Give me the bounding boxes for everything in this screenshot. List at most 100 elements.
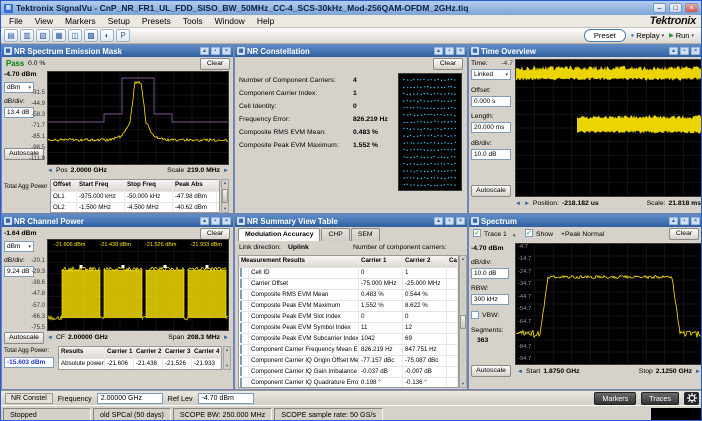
row-info-icon[interactable] (240, 378, 242, 387)
panel-undock-icon[interactable]: ▴ (669, 47, 678, 55)
panel-time-overview-titlebar[interactable]: ▦ Time Overview ▴ ▪ × (469, 45, 702, 57)
clear-button[interactable]: Clear (200, 58, 230, 70)
column-header[interactable]: Carrier 4 (192, 347, 221, 358)
panel-summary-titlebar[interactable]: ▦ NR Summary View Table ▴ ▪ × (235, 215, 467, 227)
panel-spectrum-titlebar[interactable]: ▦ Spectrum ▴ ▪ × (469, 215, 702, 227)
autoscale-button[interactable]: Autoscale (471, 185, 511, 197)
summary-tab[interactable]: CHP (321, 228, 349, 241)
scroll-left-icon[interactable]: ◄ (517, 369, 523, 375)
scroll-up-icon[interactable]: ▴ (224, 180, 226, 186)
table-row[interactable]: Component Carrier Frequency Mean Error 8… (239, 345, 458, 356)
column-header[interactable]: Stop Freq (125, 180, 173, 191)
scroll-left-icon[interactable]: ◄ (47, 335, 53, 341)
row-info-icon[interactable] (240, 290, 242, 299)
scroll-right-icon[interactable]: ► (695, 369, 701, 375)
column-header[interactable]: Carrier 1 (105, 347, 134, 358)
markers-button[interactable]: Markers (594, 392, 636, 405)
menu-item[interactable]: Markers (59, 16, 102, 26)
table-row[interactable]: Absolute power -21.606 -21.438 -21.526 -… (59, 359, 221, 370)
table-row[interactable]: Composite RMS EVM Mean 0.483 % 0.544 % (239, 290, 458, 301)
units-dropdown[interactable]: dBm ▾ (4, 241, 34, 252)
column-header[interactable]: Carrier 3 (163, 347, 192, 358)
column-header[interactable]: Carrier 2 (403, 256, 447, 267)
panel-pin-icon[interactable]: ▪ (680, 217, 689, 225)
selected-display-name[interactable]: NR Constel (5, 393, 53, 404)
scroll-thumb[interactable] (222, 189, 228, 203)
scroll-thumb[interactable] (460, 315, 466, 329)
length-field[interactable]: 20.000 ms (471, 122, 511, 133)
scrollbar[interactable]: ▴ ▾ (459, 255, 467, 388)
panel-sem-titlebar[interactable]: ▦ NR Spectrum Emission Mask ▴ ▪ × (2, 45, 233, 57)
row-info-icon[interactable] (240, 323, 242, 332)
scrollbar[interactable]: ▴ ▾ (221, 179, 229, 213)
panel-undock-icon[interactable]: ▴ (200, 217, 209, 225)
panel-undock-icon[interactable]: ▴ (200, 47, 209, 55)
frequency-field[interactable]: 2.00000 GHz (97, 393, 163, 404)
table-row[interactable]: OL2 -1.500 MHz -4.500 MHz -40.62 dBm (51, 203, 219, 213)
chevron-down-icon[interactable]: ▾ (691, 33, 694, 39)
summary-tab[interactable]: Modulation Accuracy (238, 228, 320, 241)
channel-power-plot[interactable] (47, 239, 229, 331)
scroll-down-icon[interactable]: ▾ (462, 381, 464, 387)
row-info-icon[interactable] (240, 268, 242, 277)
panel-close-icon[interactable]: × (456, 47, 465, 55)
panel-pin-icon[interactable]: ▪ (445, 47, 454, 55)
traces-button[interactable]: Traces (641, 392, 679, 405)
dbdiv-field[interactable]: 10.0 dB (471, 268, 509, 279)
table-row[interactable]: Component Carrier IQ Quadrature Error Me… (239, 378, 458, 388)
panel-undock-icon[interactable]: ▴ (669, 217, 678, 225)
scroll-right-icon[interactable]: ► (223, 335, 229, 341)
table-row[interactable]: Cell ID 0 1 (239, 268, 458, 279)
panel-pin-icon[interactable]: ▪ (211, 217, 220, 225)
trace-checkbox[interactable]: ✓ (473, 229, 481, 237)
replay-button[interactable]: ● Replay ▾ (631, 31, 665, 40)
table-row[interactable]: OL1 -975.000 kHz -50.000 kHz -47.98 dBm (51, 192, 219, 203)
scroll-right-icon[interactable]: ► (223, 168, 229, 174)
save-icon[interactable]: ▥ (20, 29, 34, 42)
panel-close-icon[interactable]: × (456, 217, 465, 225)
open-file-icon[interactable]: ▤ (4, 29, 18, 42)
rbw-field[interactable]: 300 kHz (471, 294, 509, 305)
table-row[interactable]: Composite Peak EVM Maximum 1.552 % 8.622… (239, 301, 458, 312)
table-row[interactable]: Component Carrier IQ Gain Imbalance Mean… (239, 367, 458, 378)
column-header[interactable]: Start Freq (77, 180, 125, 191)
row-info-icon[interactable] (240, 367, 242, 376)
menu-item[interactable]: Tools (177, 16, 209, 26)
row-info-icon[interactable] (240, 334, 242, 343)
trigger-icon[interactable]: ▩ (84, 29, 98, 42)
run-button[interactable]: ▶ Run ▾ (669, 31, 694, 40)
displays-icon[interactable]: ▦ (52, 29, 66, 42)
menu-item[interactable]: Window (209, 16, 251, 26)
panel-pin-icon[interactable]: ▪ (211, 47, 220, 55)
maximize-button[interactable]: □ (669, 3, 682, 13)
offset-field[interactable]: 0.000 s (471, 96, 511, 107)
panel-close-icon[interactable]: × (691, 217, 700, 225)
row-info-icon[interactable] (240, 345, 242, 354)
row-info-icon[interactable] (240, 312, 242, 321)
row-info-icon[interactable] (240, 301, 242, 310)
panel-constellation-titlebar[interactable]: ▦ NR Constellation ▴ ▪ × (235, 45, 467, 57)
row-info-icon[interactable] (240, 356, 242, 365)
time-overview-plot[interactable] (515, 59, 702, 197)
print-icon[interactable]: ▧ (36, 29, 50, 42)
preset-p-icon[interactable]: P (116, 29, 130, 42)
scroll-right-icon[interactable]: ► (524, 201, 530, 207)
table-row[interactable]: Composite Peak EVM Subcarrier Index 1042… (239, 334, 458, 345)
autoscale-button[interactable]: Autoscale (471, 365, 511, 377)
column-header[interactable]: Peak Abs (173, 180, 217, 191)
column-header[interactable]: Carrier 1 (359, 256, 403, 267)
scroll-up-icon[interactable]: ▴ (226, 347, 228, 353)
menu-item[interactable]: View (29, 16, 59, 26)
column-header[interactable]: Results (59, 347, 105, 358)
vbw-checkbox[interactable] (471, 311, 479, 319)
markers-toolbar-icon[interactable]: ◫ (68, 29, 82, 42)
panel-close-icon[interactable]: × (222, 217, 231, 225)
scrollbar[interactable]: ▴ ▾ (223, 346, 231, 370)
menu-item[interactable]: File (3, 16, 29, 26)
panel-close-icon[interactable]: × (691, 47, 700, 55)
panel-pin-icon[interactable]: ▪ (445, 217, 454, 225)
table-row[interactable]: Component Carrier IQ Origin Offset Mean … (239, 356, 458, 367)
panel-close-icon[interactable]: × (222, 47, 231, 55)
scroll-up-icon[interactable]: ▴ (462, 256, 464, 262)
panel-pin-icon[interactable]: ▪ (680, 47, 689, 55)
